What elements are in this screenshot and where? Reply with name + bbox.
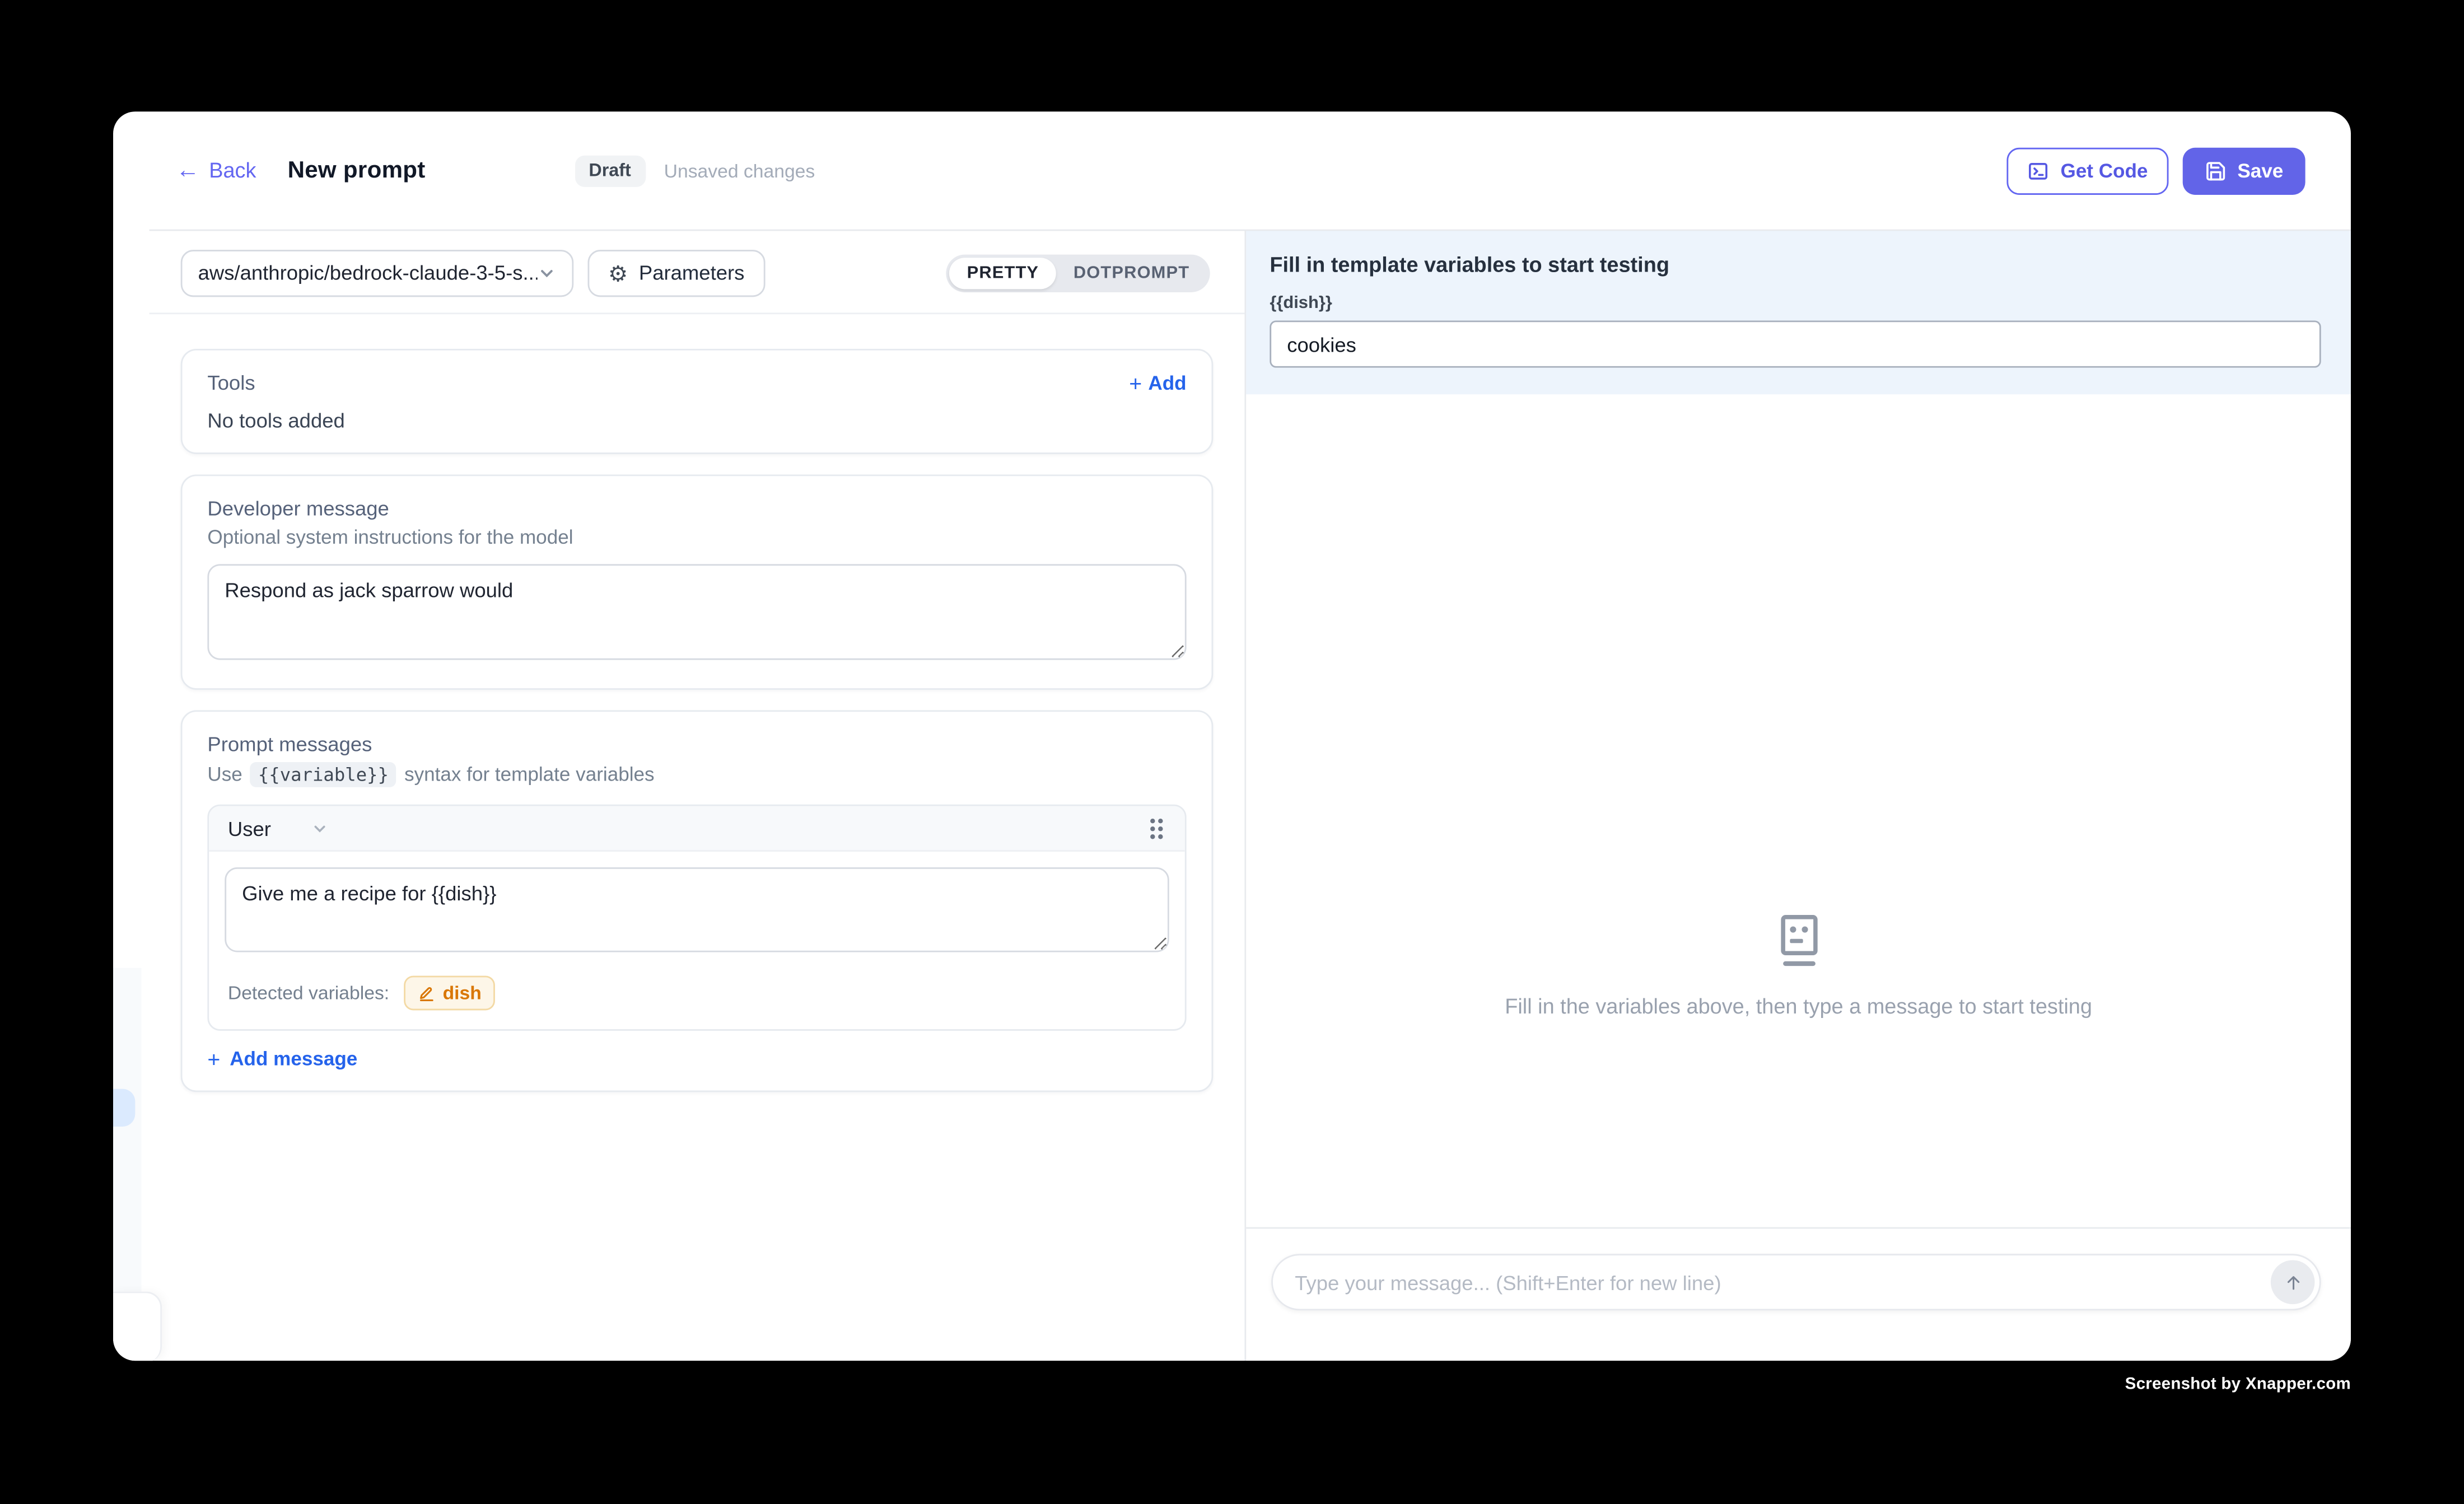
add-tool-button[interactable]: + Add: [1129, 372, 1186, 394]
tools-title: Tools: [207, 371, 255, 394]
save-label: Save: [2237, 160, 2283, 181]
detected-variables-row: Detected variables: dish: [209, 960, 1185, 1029]
user-message-input[interactable]: Give me a recipe for {{dish}}: [225, 867, 1169, 952]
plus-icon: +: [207, 1048, 220, 1070]
variable-value-input[interactable]: [1270, 320, 2321, 367]
detected-variables-label: Detected variables:: [228, 982, 389, 1004]
view-mode-toggle: PRETTY DOTPROMPT: [946, 254, 1210, 291]
add-message-label: Add message: [230, 1048, 357, 1070]
page-title: New prompt: [288, 157, 426, 184]
toggle-dotprompt[interactable]: DOTPROMPT: [1056, 257, 1207, 288]
pencil-icon: [418, 984, 435, 1002]
variable-code-chip: {{variable}}: [250, 762, 396, 787]
parameters-label: Parameters: [639, 261, 745, 284]
message-header: User: [209, 806, 1185, 852]
sidebar-active-item-sliver: [113, 1089, 135, 1127]
template-syntax-hint: Use {{variable}} syntax for template var…: [207, 762, 1186, 787]
back-arrow-icon: ←: [176, 158, 199, 182]
developer-message-title: Developer message: [207, 497, 1186, 520]
message-block: User Give me a recipe for {{dish}} Detec…: [207, 805, 1186, 1031]
back-label: Back: [209, 158, 256, 182]
model-selector-value: aws/anthropic/bedrock-claude-3-5-s...: [198, 261, 538, 284]
prompt-messages-title: Prompt messages: [207, 732, 1186, 756]
back-button[interactable]: ← Back: [176, 158, 256, 182]
developer-message-card: Developer message Optional system instru…: [181, 474, 1214, 689]
chevron-down-icon[interactable]: [312, 819, 329, 837]
terminal-icon: [2028, 160, 2050, 181]
status-badge: Draft: [575, 155, 645, 186]
screenshot-background: ← Back New prompt Draft Unsaved changes …: [0, 0, 2464, 1503]
toggle-pretty[interactable]: PRETTY: [950, 257, 1056, 288]
header-actions: Get Code Save: [2007, 147, 2306, 194]
send-button[interactable]: [2271, 1260, 2315, 1305]
gear-icon: ⚙: [608, 261, 628, 283]
variable-key-label: {{dish}}: [1270, 294, 2321, 313]
drag-handle-icon[interactable]: [1147, 816, 1166, 840]
role-select[interactable]: User: [228, 816, 271, 840]
message-body: Give me a recipe for {{dish}}: [209, 852, 1185, 960]
add-tool-label: Add: [1148, 372, 1186, 394]
hint-suffix: syntax for template variables: [404, 764, 654, 786]
get-code-button[interactable]: Get Code: [2007, 147, 2168, 194]
arrow-up-icon: [2283, 1272, 2303, 1292]
prompt-editor-panel: aws/anthropic/bedrock-claude-3-5-s... ⚙ …: [113, 231, 1244, 1361]
parameters-button[interactable]: ⚙ Parameters: [587, 249, 764, 296]
sidebar-sliver: [113, 968, 142, 1292]
prompt-messages-card: Prompt messages Use {{variable}} syntax …: [181, 710, 1214, 1092]
hint-prefix: Use: [207, 764, 242, 786]
save-icon: [2204, 160, 2226, 181]
chat-empty-state: Fill in the variables above, then type a…: [1246, 913, 2351, 1018]
tools-card: Tools + Add No tools added: [181, 349, 1214, 454]
chat-message-input[interactable]: [1271, 1254, 2321, 1310]
watermark-text: Screenshot by Xnapper.com: [2125, 1375, 2351, 1394]
developer-message-subtitle: Optional system instructions for the mod…: [207, 526, 1186, 548]
plus-icon: +: [1129, 372, 1142, 394]
header: ← Back New prompt Draft Unsaved changes …: [113, 111, 2351, 229]
unsaved-changes-label: Unsaved changes: [664, 160, 815, 181]
floating-card-sliver: [113, 1292, 162, 1361]
robot-face-icon: [1768, 913, 1828, 971]
test-panel: Fill in template variables to start test…: [1244, 231, 2351, 1361]
add-message-button[interactable]: + Add message: [207, 1048, 1186, 1070]
template-variables-section: Fill in template variables to start test…: [1246, 231, 2351, 394]
chevron-down-icon: [538, 263, 556, 282]
developer-message-input[interactable]: Respond as jack sparrow would: [207, 564, 1186, 660]
tools-empty-text: No tools added: [207, 409, 1186, 432]
editor-toolbar: aws/anthropic/bedrock-claude-3-5-s... ⚙ …: [113, 231, 1244, 314]
variable-badge-label: dish: [443, 982, 482, 1004]
template-variables-title: Fill in template variables to start test…: [1270, 253, 2321, 277]
app-window: ← Back New prompt Draft Unsaved changes …: [113, 111, 2351, 1361]
editor-cards: Tools + Add No tools added Developer mes…: [113, 314, 1244, 1092]
chat-input-bar: [1246, 1229, 2351, 1361]
chat-area: Fill in the variables above, then type a…: [1246, 394, 2351, 1227]
model-selector[interactable]: aws/anthropic/bedrock-claude-3-5-s...: [181, 249, 574, 296]
chat-empty-text: Fill in the variables above, then type a…: [1505, 994, 2092, 1018]
get-code-label: Get Code: [2060, 160, 2148, 181]
save-button[interactable]: Save: [2182, 147, 2305, 194]
toolbar-divider: [150, 312, 1245, 314]
variable-badge-dish[interactable]: dish: [403, 976, 496, 1011]
